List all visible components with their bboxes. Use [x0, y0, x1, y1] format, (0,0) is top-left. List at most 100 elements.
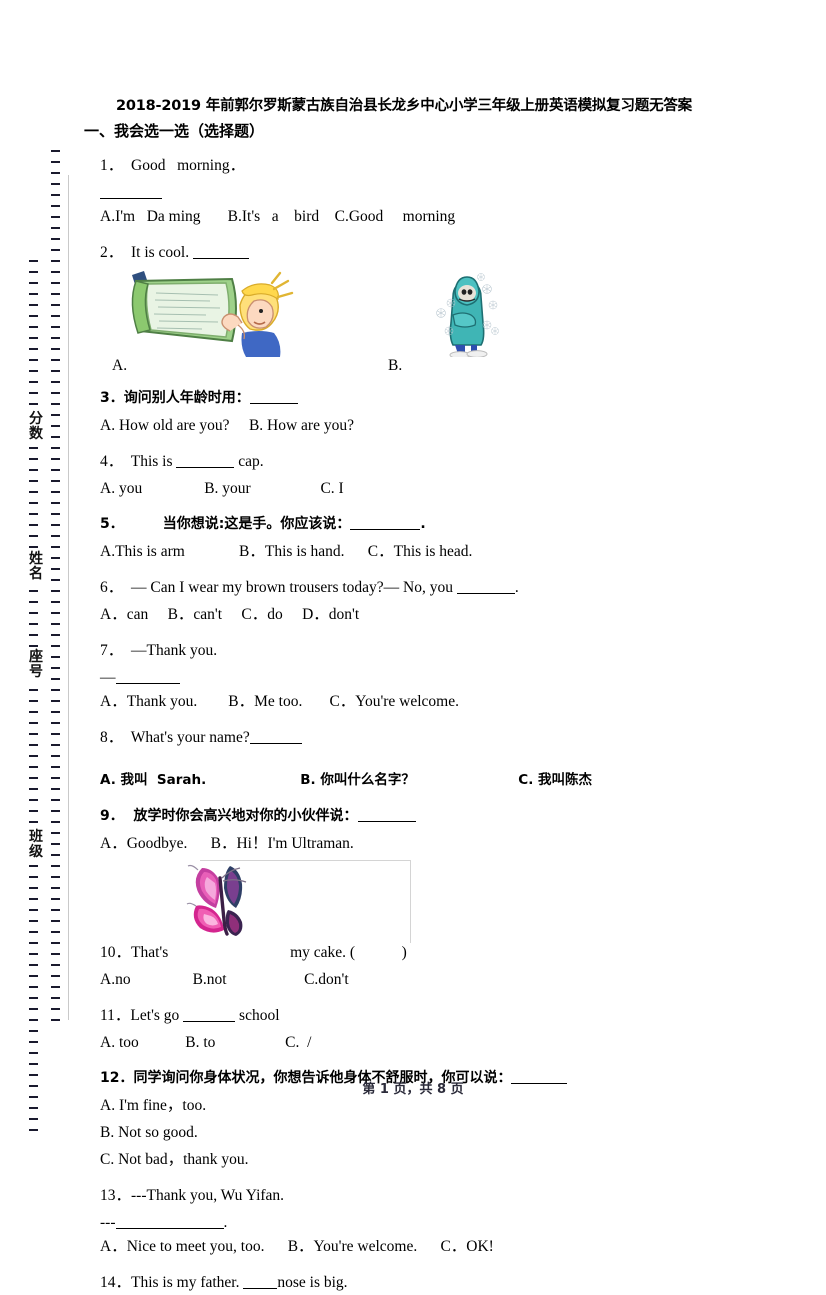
seal-label-class-text: 班级 — [29, 829, 43, 860]
seal-dash — [50, 777, 60, 779]
seal-dash — [50, 436, 60, 438]
question-13-answer-blank: ---. — [100, 1214, 780, 1232]
seal-dash — [50, 238, 60, 240]
seal-dash — [50, 755, 60, 757]
question-1-answer-blank — [100, 184, 780, 202]
seal-dash — [50, 183, 60, 185]
seal-dash — [50, 909, 60, 911]
seal-label-score-text: 分数 — [29, 411, 43, 442]
seal-dash — [50, 678, 60, 680]
seal-label-group: 分数 姓名 座号 班级 — [26, 150, 48, 1030]
question-3-options: A. How old are you? B. How are you? — [100, 417, 354, 434]
question-3-stem: 3．询问别人年龄时用： — [100, 386, 780, 411]
question-13-period: . — [223, 1214, 228, 1231]
seal-dash — [50, 722, 60, 724]
question-9-options: A．Goodbye. B．Hi！I'm Ultraman. — [100, 835, 354, 852]
seal-dash — [50, 260, 60, 262]
question-10-stem-before: 10．That's — [100, 944, 173, 961]
seal-dash — [50, 216, 60, 218]
question-6-options: A．can B．can't C．do D．don't — [100, 606, 360, 623]
seal-dash — [28, 1041, 38, 1043]
butterfly-illustration — [186, 864, 247, 936]
blank-underline — [115, 670, 180, 684]
question-11-options: A. too B. to C. / — [100, 1034, 312, 1051]
question-5-stem-tail: . — [420, 516, 426, 532]
seal-dash — [50, 898, 60, 900]
seal-dash — [50, 491, 60, 493]
seal-label-score: 分数 — [26, 412, 46, 442]
seal-label-seat-number: 座号 — [26, 650, 46, 680]
seal-dash — [50, 645, 60, 647]
page-title: 2018-2019 年前郭尔罗斯蒙古族自治县长龙乡中心小学三年级上册英语模拟复习… — [116, 98, 692, 114]
question-1-stem: 1． Good morning． — [100, 157, 246, 174]
seal-dash — [50, 502, 60, 504]
seal-dash — [50, 337, 60, 339]
question-9-stem: 9． 放学时你会高兴地对你的小伙伴说： — [100, 804, 780, 829]
question-7-dash: — — [100, 669, 116, 686]
question-2-stem-text: 2． It is cool. — [100, 244, 193, 261]
question-7-stem: 7． —Thank you. — [100, 642, 218, 659]
seal-dash — [50, 249, 60, 251]
question-4-stem: 4． This is cap. — [100, 449, 780, 474]
question-7-options: A．Thank you. B．Me too. C．You're welcome. — [100, 693, 459, 710]
seal-dash — [28, 1074, 38, 1076]
seal-dash — [50, 315, 60, 317]
question-6-stem-after: . — [514, 579, 519, 596]
question-13-dash: --- — [100, 1214, 116, 1231]
seal-dash — [50, 326, 60, 328]
question-8-stem: 8． What's your name? — [100, 725, 780, 750]
seal-dash — [50, 920, 60, 922]
blank-underline — [243, 1275, 278, 1289]
seal-dash — [50, 227, 60, 229]
seal-dash — [50, 359, 60, 361]
seal-dash — [50, 205, 60, 207]
question-11-stem-after: school — [235, 1007, 280, 1024]
question-2-option-a-label: A. — [112, 357, 128, 374]
seal-dash — [50, 348, 60, 350]
question-4-stem-before: 4． This is — [100, 453, 177, 470]
seal-dash — [50, 689, 60, 691]
blank-underline — [249, 730, 302, 744]
question-1-options: A.I'm Da ming B.It's a bird C.Good morni… — [100, 208, 456, 225]
question-8-stem-text: 8． What's your name? — [100, 729, 250, 746]
seal-dash — [50, 986, 60, 988]
seal-dash — [50, 799, 60, 801]
seal-dash — [50, 788, 60, 790]
seal-dash — [50, 535, 60, 537]
seal-dash — [50, 634, 60, 636]
seal-dash — [50, 546, 60, 548]
seal-dash — [50, 843, 60, 845]
question-11-stem-before: 11．Let's go — [100, 1007, 184, 1024]
question-13-stem: 13．---Thank you, Wu Yifan. — [100, 1187, 285, 1204]
question-2-picture-row: A. B. — [100, 267, 780, 375]
seal-dash — [50, 392, 60, 394]
seal-dash — [50, 194, 60, 196]
seal-dash — [50, 293, 60, 295]
seal-dash — [28, 1107, 38, 1109]
seal-dash-column-outer — [50, 150, 60, 1030]
blank-underline — [115, 1215, 224, 1229]
blank-underline — [193, 245, 249, 259]
question-14-stem-before: 14．This is my father. — [100, 1274, 244, 1291]
blank-underline — [176, 454, 235, 468]
seal-dash — [50, 579, 60, 581]
seal-dash — [50, 1008, 60, 1010]
seal-dash — [50, 854, 60, 856]
question-9-stem-text: 9． 放学时你会高兴地对你的小伙伴说： — [100, 808, 358, 824]
question-5-stem-text: 5． 当你想说:这是手。你应该说： — [100, 516, 351, 532]
question-10-stem-after: my cake. ( ) — [290, 944, 407, 961]
question-10-picture-block — [100, 860, 780, 946]
question-4-options: A. you B. your C. I — [100, 480, 344, 497]
seal-dash — [28, 1052, 38, 1054]
seal-dash — [50, 711, 60, 713]
page-footer: 第 1 页，共 8 页 — [362, 1082, 464, 1097]
seal-dash — [50, 568, 60, 570]
seal-dash — [50, 425, 60, 427]
seal-dash — [28, 1063, 38, 1065]
seal-dash — [50, 414, 60, 416]
seal-dash — [50, 964, 60, 966]
question-6-stem: 6． — Can I wear my brown trousers today?… — [100, 575, 780, 600]
seal-dash — [50, 480, 60, 482]
seal-dash — [50, 887, 60, 889]
seal-dash — [50, 447, 60, 449]
